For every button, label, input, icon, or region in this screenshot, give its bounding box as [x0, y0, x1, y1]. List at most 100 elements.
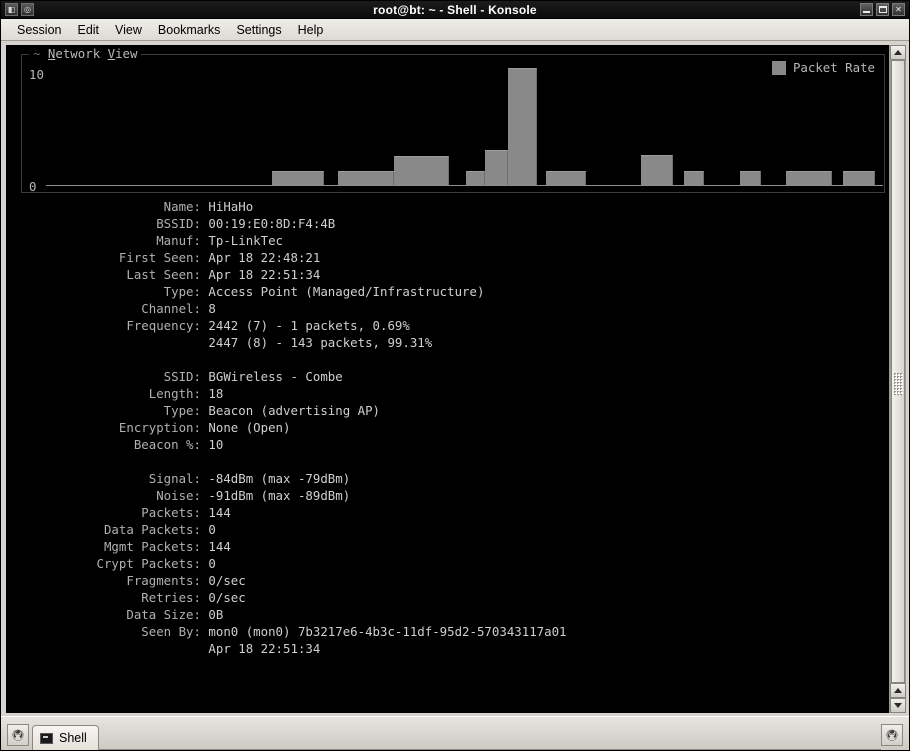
- detail-value: 0/sec: [208, 590, 246, 605]
- detail-value: HiHaHo: [208, 199, 254, 214]
- detail-row: First Seen: Apr 18 22:48:21: [7, 249, 888, 266]
- detail-label: [7, 335, 208, 350]
- detail-value: -91dBm (max -89dBm): [208, 488, 351, 503]
- x-axis-line: [46, 185, 883, 186]
- detail-value: 0B: [208, 607, 224, 622]
- detail-label: Crypt Packets:: [7, 556, 209, 571]
- sticky-icon[interactable]: ◎: [21, 3, 34, 16]
- detail-value: mon0 (mon0) 7b3217e6-4b3c-11df-95d2-5703…: [208, 624, 567, 639]
- window-menu-icon[interactable]: ◧: [5, 3, 18, 16]
- detail-label: Name:: [7, 199, 209, 214]
- bar-1: [338, 171, 394, 185]
- close-button[interactable]: ✕: [892, 3, 905, 16]
- tab-shell[interactable]: Shell: [32, 725, 99, 750]
- detail-value: 10: [208, 437, 224, 452]
- menu-bookmarks[interactable]: Bookmarks: [150, 21, 229, 39]
- detail-row: [7, 453, 888, 470]
- detail-label: Mgmt Packets:: [7, 539, 209, 554]
- scrollbar-track[interactable]: [890, 60, 906, 683]
- detail-row: SSID: BGWireless - Combe: [7, 368, 888, 385]
- detail-row: Seen By: mon0 (mon0) 7b3217e6-4b3c-11df-…: [7, 623, 888, 640]
- detail-row: Encryption: None (Open): [7, 419, 888, 436]
- detail-label: [7, 454, 208, 469]
- detail-value: None (Open): [208, 420, 291, 435]
- detail-row: Last Seen: Apr 18 22:51:34: [7, 266, 888, 283]
- menu-edit[interactable]: Edit: [69, 21, 107, 39]
- detail-value: Apr 18 22:48:21: [208, 250, 321, 265]
- detail-label: Data Packets:: [7, 522, 209, 537]
- detail-value: 00:19:E0:8D:F4:4B: [208, 216, 336, 231]
- minimize-button[interactable]: [860, 3, 873, 16]
- detail-row: 2447 (8) - 143 packets, 99.31%: [7, 334, 888, 351]
- detail-row: Manuf: Tp-LinkTec: [7, 232, 888, 249]
- bar-4: [485, 150, 508, 185]
- detail-row: Packets: 144: [7, 504, 888, 521]
- detail-row: Length: 18: [7, 385, 888, 402]
- maximize-button[interactable]: [876, 3, 889, 16]
- detail-label: Beacon %:: [7, 437, 209, 452]
- terminal-scrollbar[interactable]: [889, 45, 906, 713]
- terminal-area: ~ Network View 10 0 Packet Rate Name: Hi…: [1, 41, 909, 716]
- detail-value: BGWireless - Combe: [208, 369, 343, 384]
- bar-0: [272, 171, 324, 185]
- detail-label: Type:: [7, 403, 209, 418]
- detail-label: Frequency:: [7, 318, 209, 333]
- menu-help[interactable]: Help: [290, 21, 332, 39]
- network-view-title-iew: iew: [115, 46, 138, 61]
- detail-label: Packets:: [7, 505, 209, 520]
- menu-session[interactable]: Session: [9, 21, 69, 39]
- network-view-title-v: V: [107, 46, 116, 61]
- menu-settings[interactable]: Settings: [228, 21, 289, 39]
- network-details-list: Name: HiHaHo BSSID: 00:19:E0:8D:F4:4B Ma…: [7, 198, 888, 657]
- detail-row: Channel: 8: [7, 300, 888, 317]
- detail-label: SSID:: [7, 369, 209, 384]
- new-session-button[interactable]: 🖲: [7, 724, 29, 746]
- bar-11: [843, 171, 875, 185]
- menu-bar: Session Edit View Bookmarks Settings Hel…: [1, 19, 909, 41]
- detail-row: Name: HiHaHo: [7, 198, 888, 215]
- scrollbar-thumb[interactable]: [891, 60, 905, 683]
- detail-label: Channel:: [7, 301, 209, 316]
- detail-row: Mgmt Packets: 144: [7, 538, 888, 555]
- tab-shell-label: Shell: [59, 731, 87, 745]
- network-view-title-etwork: etwork: [55, 46, 108, 61]
- detail-label: Data Size:: [7, 607, 209, 622]
- detail-label: [7, 641, 208, 656]
- detail-row: Apr 18 22:51:34: [7, 640, 888, 657]
- detail-row: Type: Access Point (Managed/Infrastructu…: [7, 283, 888, 300]
- title-bar: ◧ ◎ root@bt: ~ - Shell - Konsole ✕: [1, 1, 909, 19]
- detail-label: Last Seen:: [7, 267, 209, 282]
- detail-row: Noise: -91dBm (max -89dBm): [7, 487, 888, 504]
- bar-9: [740, 171, 761, 185]
- close-session-button[interactable]: 🖲: [881, 724, 903, 746]
- chevron-up-icon: [894, 50, 902, 55]
- title-bar-left-icons: ◧ ◎: [1, 3, 34, 16]
- detail-value: -84dBm (max -79dBm): [208, 471, 351, 486]
- chevron-down-icon: [894, 703, 902, 708]
- detail-label: Type:: [7, 284, 209, 299]
- bar-6: [546, 171, 586, 185]
- detail-value: 144: [208, 505, 231, 520]
- detail-row: Data Size: 0B: [7, 606, 888, 623]
- detail-label: Length:: [7, 386, 209, 401]
- scroll-down-button[interactable]: [890, 698, 906, 713]
- detail-value: Tp-LinkTec: [208, 233, 284, 248]
- bar-7: [641, 155, 673, 185]
- detail-row: Crypt Packets: 0: [7, 555, 888, 572]
- detail-value: Access Point (Managed/Infrastructure): [208, 284, 485, 299]
- detail-label: Seen By:: [7, 624, 209, 639]
- terminal-screen[interactable]: ~ Network View 10 0 Packet Rate Name: Hi…: [6, 45, 889, 713]
- detail-label: BSSID:: [7, 216, 209, 231]
- detail-label: Fragments:: [7, 573, 209, 588]
- detail-label: Manuf:: [7, 233, 209, 248]
- scroll-up-button[interactable]: [890, 45, 906, 60]
- detail-label: Noise:: [7, 488, 209, 503]
- close-session-icon: 🖲: [885, 728, 899, 742]
- scroll-up-button-bottom[interactable]: [890, 683, 906, 698]
- chevron-up-icon: [894, 688, 902, 693]
- network-view-title-prefix: ~: [33, 46, 48, 61]
- detail-label: [7, 352, 208, 367]
- menu-view[interactable]: View: [107, 21, 150, 39]
- bar-8: [684, 171, 704, 185]
- bar-2: [394, 156, 449, 185]
